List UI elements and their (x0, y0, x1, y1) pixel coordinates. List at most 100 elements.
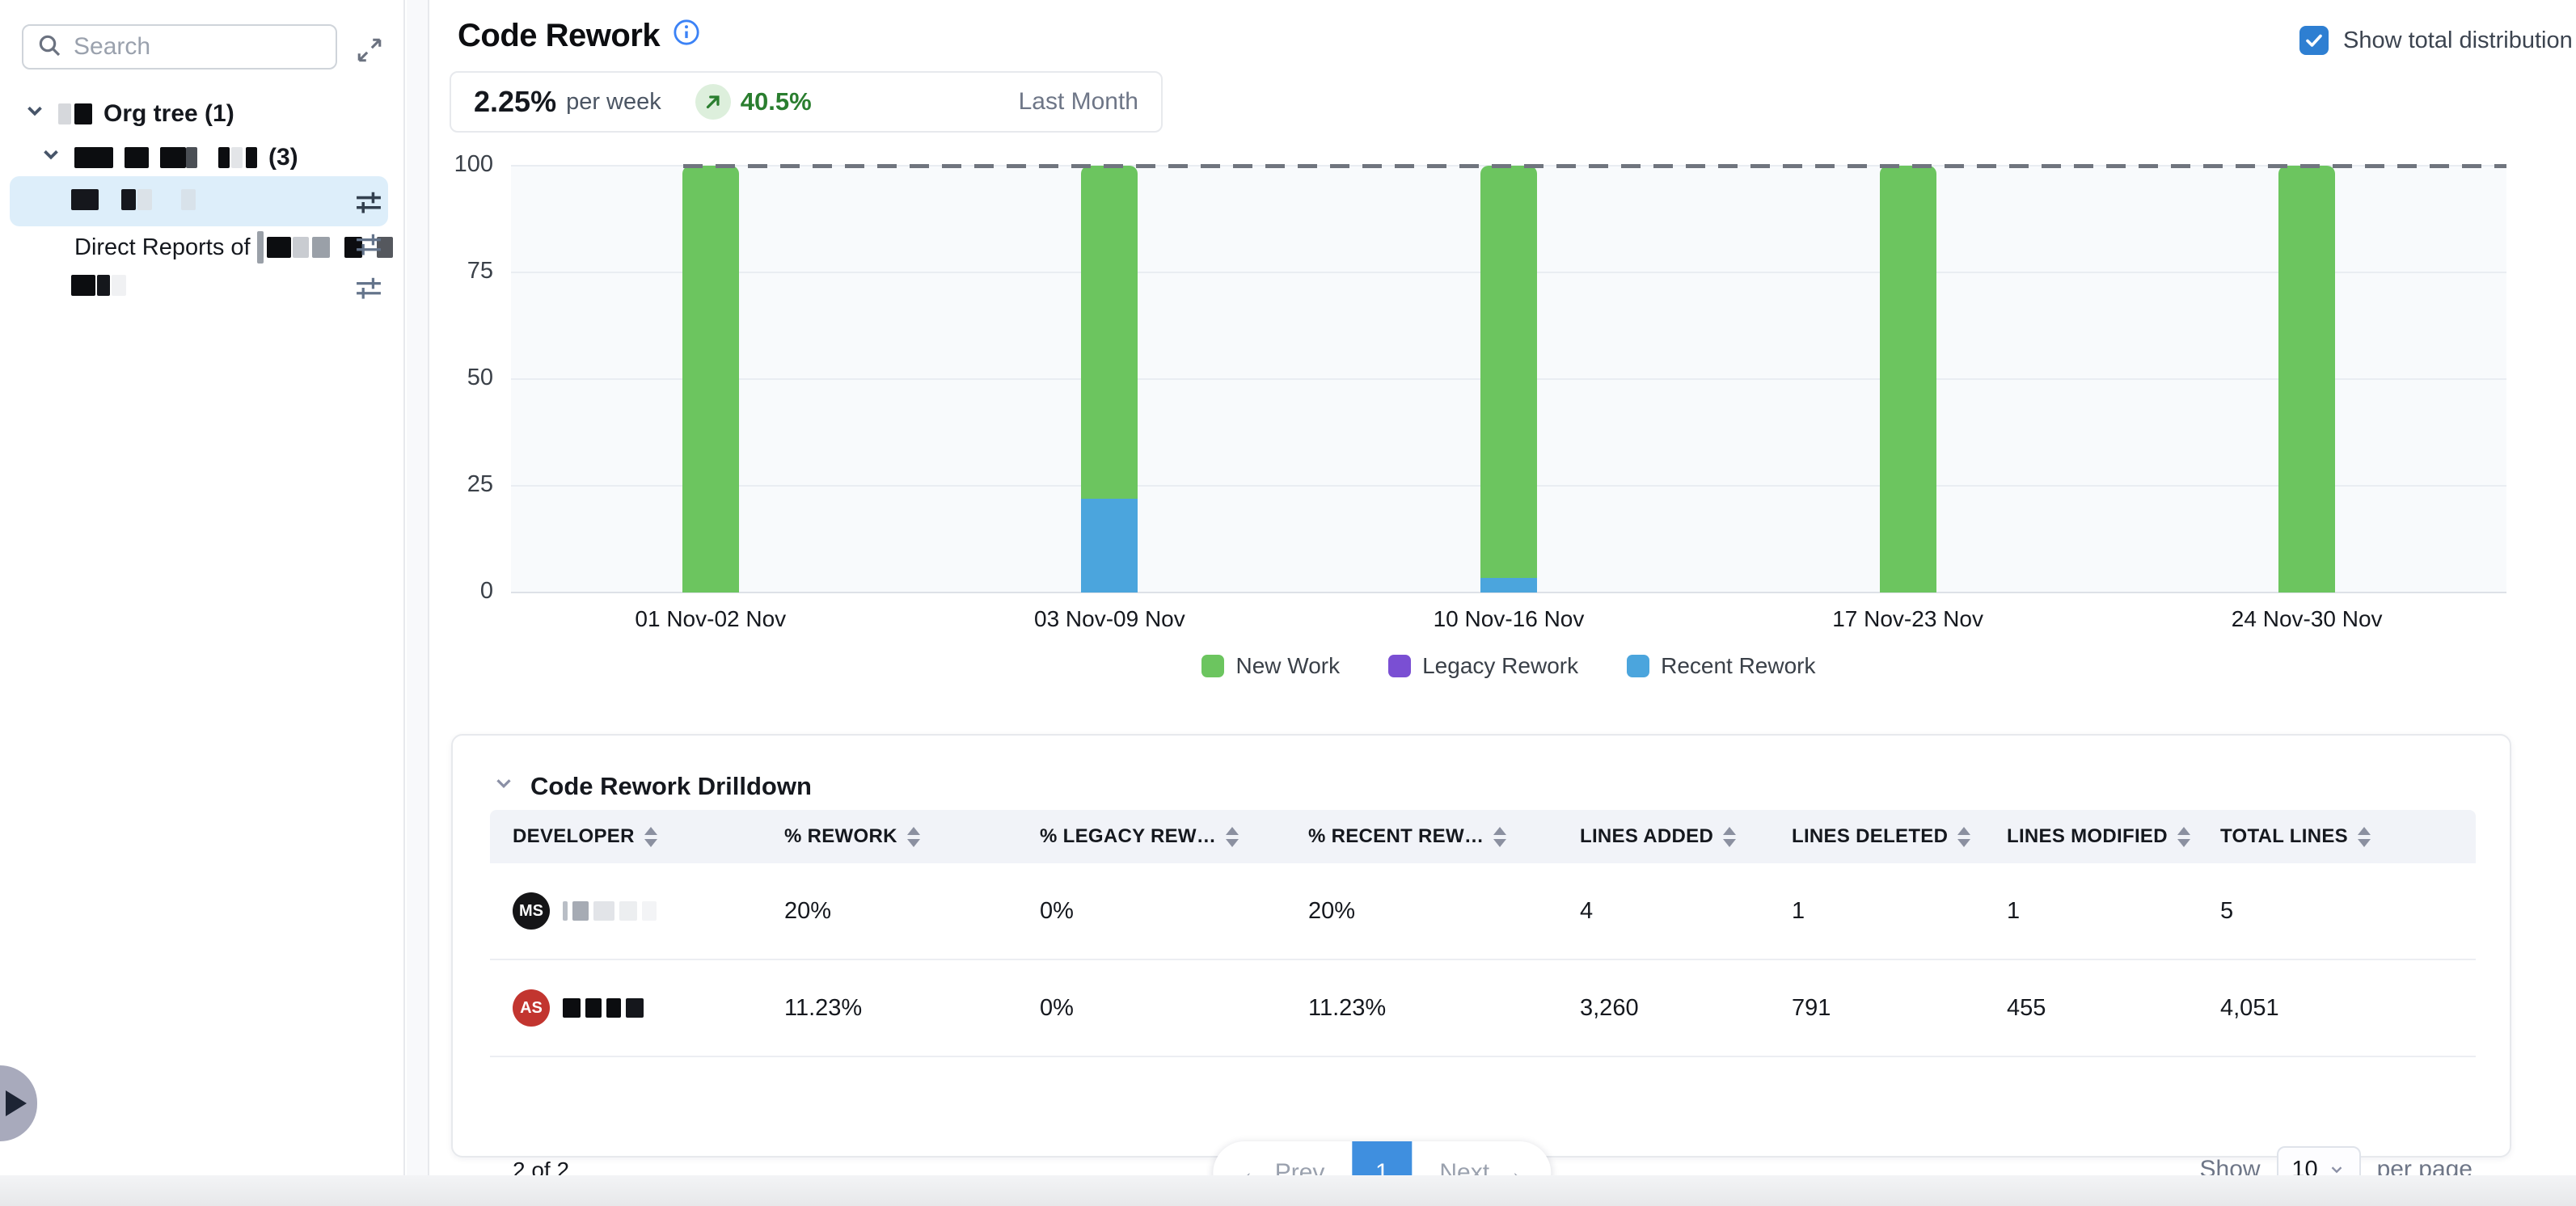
page-title: Code Rework (458, 18, 660, 54)
sidebar-item-selected-team[interactable] (10, 176, 388, 226)
chevron-down-icon[interactable] (23, 99, 47, 129)
show-total-distribution-toggle[interactable]: Show total distribution (2299, 26, 2573, 55)
redacted-text (246, 147, 257, 168)
column-header-lines-added[interactable]: LINES ADDED (1557, 825, 1769, 848)
legend-item-legacy-rework[interactable]: Legacy Rework (1388, 653, 1578, 679)
redacted-text (71, 275, 95, 296)
sort-icon[interactable] (907, 827, 920, 847)
search-input[interactable] (74, 33, 316, 61)
segment-recent-rework (1480, 578, 1537, 592)
info-icon[interactable] (673, 18, 700, 54)
cell-modified: 1 (1984, 898, 2198, 925)
rework-rate-value: 2.25% (474, 85, 556, 119)
group-count: (3) (268, 144, 298, 171)
total-distribution-dashed-line (683, 164, 2506, 168)
cell-total: 5 (2198, 898, 2476, 925)
redacted-text (563, 901, 568, 921)
developer-cell: AS (490, 989, 762, 1027)
sort-icon[interactable] (1723, 827, 1736, 847)
redacted-text (606, 998, 621, 1018)
redacted-text (563, 998, 581, 1018)
sort-icon[interactable] (644, 827, 657, 847)
redacted-text (642, 901, 657, 921)
column-label: LINES ADDED (1580, 825, 1713, 848)
table-row[interactable]: MS20%0%20%4115 (490, 863, 2476, 960)
column-label: % REWORK (784, 825, 897, 848)
table-header-row: DEVELOPER % REWORK % LEGACY REW… % RECENT R… (490, 810, 2476, 863)
sort-icon[interactable] (2177, 827, 2190, 847)
y-tick-label: 75 (420, 258, 493, 285)
sidebar-item-org-tree[interactable]: Org tree (1) (23, 99, 234, 129)
sort-icon[interactable] (1957, 827, 1970, 847)
x-tick-label: 17 Nov-23 Nov (1738, 606, 2078, 632)
checkbox-checked-icon[interactable] (2299, 26, 2329, 55)
page-title-row: Code Rework (458, 18, 700, 54)
filter-icon[interactable] (351, 184, 386, 220)
period-label: Last Month (1019, 88, 1138, 116)
table-body: MS20%0%20%4115AS11.23%0%11.23%3,26079145… (490, 863, 2476, 1057)
filter-icon[interactable] (351, 270, 386, 306)
legend-swatch (1627, 655, 1649, 677)
rework-stat-card: 2.25% per week 40.5% Last Month (450, 71, 1163, 133)
filter-icon[interactable] (351, 226, 386, 262)
redacted-text (125, 147, 149, 168)
x-tick-label: 03 Nov-09 Nov (940, 606, 1279, 632)
sort-icon[interactable] (1493, 827, 1506, 847)
column-header-lines-deleted[interactable]: LINES DELETED (1769, 825, 1984, 848)
sidebar-item-group[interactable]: (3) (39, 142, 298, 173)
segment-new-work (1480, 166, 1537, 578)
x-tick-label: 24 Nov-30 Nov (2137, 606, 2477, 632)
redacted-text (267, 237, 291, 258)
segment-new-work (1880, 166, 1936, 592)
sidebar-item-direct-reports[interactable]: Direct Reports of (74, 231, 393, 264)
sort-icon[interactable] (1226, 827, 1239, 847)
stacked-bar-chart (511, 166, 2506, 592)
cell-added: 3,260 (1557, 995, 1769, 1022)
rework-rate-unit: per week (566, 89, 661, 116)
cell-recent: 11.23% (1286, 995, 1557, 1022)
legend-item-recent-rework[interactable]: Recent Rework (1627, 653, 1815, 679)
drilldown-header[interactable]: Code Rework Drilldown (492, 771, 812, 802)
search-icon (36, 32, 62, 62)
cell-deleted: 791 (1769, 995, 1984, 1022)
column-header-developer[interactable]: DEVELOPER (490, 825, 762, 848)
org-logo-redacted (74, 103, 92, 124)
column-header--recent-rew-[interactable]: % RECENT REW… (1286, 825, 1557, 848)
redacted-text (74, 147, 113, 168)
redacted-text (312, 237, 330, 258)
table-row[interactable]: AS11.23%0%11.23%3,2607914554,051 (490, 960, 2476, 1057)
legend-swatch (1201, 655, 1224, 677)
legend-label: New Work (1235, 653, 1340, 679)
chevron-down-icon[interactable] (492, 771, 516, 802)
trend-up-icon (695, 84, 731, 120)
column-header--legacy-rew-[interactable]: % LEGACY REW… (1017, 825, 1286, 848)
cell-rework: 20% (762, 898, 1017, 925)
x-tick-label: 01 Nov-02 Nov (541, 606, 880, 632)
cell-recent: 20% (1286, 898, 1557, 925)
chevron-down-icon[interactable] (39, 142, 63, 173)
developer-cell: MS (490, 892, 762, 930)
column-label: % RECENT REW… (1308, 825, 1484, 848)
sidebar-search[interactable] (22, 24, 337, 70)
legend-swatch (1388, 655, 1411, 677)
cell-rework: 11.23% (762, 995, 1017, 1022)
redacted-text (121, 189, 136, 210)
legend-item-new-work[interactable]: New Work (1201, 653, 1340, 679)
y-tick-label: 25 (420, 471, 493, 498)
column-header--rework[interactable]: % REWORK (762, 825, 1017, 848)
sidebar-item-team2[interactable] (71, 275, 126, 296)
drilldown-table: DEVELOPER % REWORK % LEGACY REW… % RECENT R… (490, 810, 2476, 1057)
redacted-text (97, 275, 110, 296)
drilldown-card: Code Rework Drilldown DEVELOPER % REWORK%… (451, 734, 2511, 1158)
redacted-text (112, 275, 126, 296)
redacted-text (593, 901, 614, 921)
column-header-lines-modified[interactable]: LINES MODIFIED (1984, 825, 2198, 848)
show-total-distribution-label: Show total distribution (2343, 27, 2573, 54)
expand-sidebar-icon[interactable] (353, 34, 386, 66)
redacted-text (585, 998, 602, 1018)
column-header-total-lines[interactable]: TOTAL LINES (2198, 825, 2476, 848)
segment-recent-rework (1081, 499, 1138, 592)
redacted-text (186, 147, 197, 168)
redacted-text (218, 147, 230, 168)
sort-icon[interactable] (2358, 827, 2371, 847)
